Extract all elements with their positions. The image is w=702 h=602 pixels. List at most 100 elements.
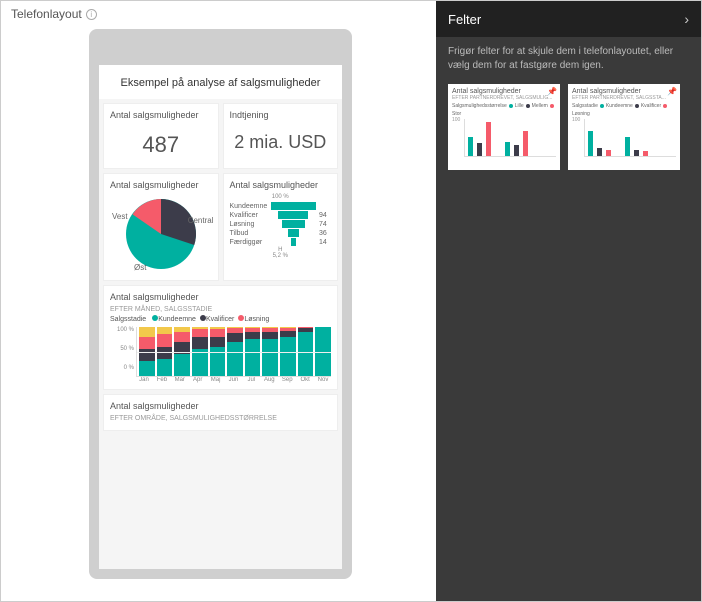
- phone-layout-pane: Telefonlayout i Eksempel på analyse af s…: [1, 1, 436, 601]
- thumb-sub: EFTER PARTNERDREVET, SALGSMULIG...: [452, 95, 556, 101]
- field-thumbnail[interactable]: 📌 Antal salgsmuligheder EFTER PARTNERDRE…: [448, 84, 560, 170]
- bottom-tile[interactable]: Antal salgsmuligheder EFTER OMRÅDE, SALG…: [103, 394, 338, 431]
- funnel-rows: Kundeemne Kvalificer 94Løsning 74Tilbud …: [230, 202, 332, 246]
- funnel-row-label: Løsning: [230, 221, 268, 228]
- pie-title: Antal salgsmuligheder: [110, 180, 212, 190]
- funnel-row-value: 74: [319, 221, 331, 228]
- funnel-bar: [282, 220, 305, 228]
- thumb-bar: [468, 137, 473, 156]
- funnel-bar: [271, 202, 317, 210]
- pie-svg: [126, 199, 196, 269]
- funnel-title: Antal salgsmuligheder: [230, 180, 332, 190]
- x-label: Sep: [279, 377, 295, 383]
- thumbnails-row: 📌 Antal salgsmuligheder EFTER PARTNERDRE…: [436, 80, 701, 174]
- fields-header[interactable]: Felter ›: [436, 1, 701, 37]
- pie-label-vest: Vest: [112, 212, 128, 221]
- kpi-count-value: 487: [110, 124, 212, 162]
- phone-screen[interactable]: Eksempel på analyse af salgsmuligheder A…: [99, 65, 342, 569]
- x-label: Feb: [154, 377, 170, 383]
- thumb-chart: 100: [464, 119, 556, 157]
- bar-column: [192, 327, 208, 376]
- phone-frame: Eksempel på analyse af salgsmuligheder A…: [89, 29, 352, 579]
- legend-dot: [663, 104, 667, 108]
- thumb-title: Antal salgsmuligheder: [572, 88, 676, 95]
- x-label: Nov: [315, 377, 331, 383]
- funnel-row-label: Kvalificer: [230, 212, 268, 219]
- pie-chart: Vest Central Øst: [110, 194, 212, 274]
- pin-icon[interactable]: 📌: [547, 87, 557, 96]
- stacked-x-labels: JanFebMarAprMajJunJulAugSepOktNov: [136, 377, 331, 383]
- pie-tile[interactable]: Antal salgsmuligheder Vest Central Øst: [103, 173, 219, 281]
- bottom-sub: EFTER OMRÅDE, SALGSMULIGHEDSSTØRRELSE: [110, 415, 331, 422]
- thumb-bar: [597, 148, 602, 156]
- legend-name: Kvalificer: [206, 316, 234, 323]
- funnel-bottom-pct: 5,2 %: [230, 253, 332, 259]
- funnel-top-pct: 100 %: [230, 194, 332, 200]
- funnel-row-label: Tilbud: [230, 230, 268, 237]
- thumb-bar: [588, 131, 593, 156]
- thumb-bar: [477, 143, 482, 156]
- funnel-row-label: Kundeemne: [230, 203, 268, 210]
- thumb-bar: [606, 150, 611, 156]
- legend-name: Løsning: [244, 316, 269, 323]
- stacked-tile[interactable]: Antal salgsmuligheder EFTER MÅNED, SALGS…: [103, 285, 338, 390]
- thumb-sub: EFTER PARTNERDREVET, SALGSSTA...: [572, 95, 676, 101]
- left-header: Telefonlayout i: [11, 7, 97, 21]
- thumb-bar: [523, 131, 528, 156]
- left-header-title: Telefonlayout: [11, 7, 82, 21]
- stacked-legend: Salgsstadie Kundeemne Kvalificer Løsning: [110, 315, 331, 323]
- x-label: Maj: [208, 377, 224, 383]
- thumb-legend-title: Salgsstadie: [572, 103, 598, 109]
- funnel-bar: [291, 238, 296, 246]
- kpi-revenue-value: 2 mia. USD: [230, 124, 332, 157]
- thumb-bar: [625, 137, 630, 156]
- thumb-y-tick: 100: [452, 117, 460, 123]
- legend-name: Mellem: [532, 103, 548, 109]
- bar-column: [174, 327, 190, 376]
- pie-label-central: Central: [188, 216, 214, 225]
- ytick-1: 50 %: [110, 346, 134, 352]
- funnel-row-value: 14: [319, 239, 331, 246]
- fields-pane: Felter › Frigør felter for at skjule dem…: [436, 1, 701, 601]
- bar-column: [157, 327, 173, 376]
- legend-dot: [509, 104, 513, 108]
- funnel-bar: [278, 211, 308, 219]
- bar-column: [139, 327, 155, 376]
- thumb-bar: [634, 150, 639, 156]
- legend-name: Kundeemne: [158, 316, 196, 323]
- x-label: Aug: [261, 377, 277, 383]
- thumb-chart: 100: [584, 119, 676, 157]
- funnel-bar: [288, 229, 299, 237]
- bar-column: [210, 327, 226, 376]
- funnel-tile[interactable]: Antal salgsmuligheder 100 % Kundeemne Kv…: [223, 173, 339, 281]
- thumb-legend: SalgsmulighedsstørrelseLilleMellemStor: [452, 103, 556, 117]
- bar-column: [280, 327, 296, 376]
- bar-column: [262, 327, 278, 376]
- thumb-legend-title: Salgsmulighedsstørrelse: [452, 103, 507, 109]
- kpi-revenue-label: Indtjening: [230, 110, 332, 120]
- legend-name: Kvalificer: [641, 103, 661, 109]
- fields-header-title: Felter: [448, 12, 481, 27]
- bar-column: [227, 327, 243, 376]
- kpi-count-label: Antal salgsmuligheder: [110, 110, 212, 120]
- stacked-title: Antal salgsmuligheder: [110, 292, 331, 302]
- x-label: Mar: [172, 377, 188, 383]
- thumb-y-tick: 100: [572, 117, 580, 123]
- y-axis: 100 % 50 % 0 %: [110, 327, 134, 371]
- x-label: Jun: [226, 377, 242, 383]
- x-label: Okt: [297, 377, 313, 383]
- ytick-2: 0 %: [110, 365, 134, 371]
- legend-title: Salgsstadie: [110, 316, 146, 323]
- x-label: Jan: [136, 377, 152, 383]
- bar-column: [298, 327, 314, 376]
- kpi-count-tile[interactable]: Antal salgsmuligheder 487: [103, 103, 219, 169]
- chevron-right-icon[interactable]: ›: [684, 11, 689, 27]
- funnel-row-value: 36: [319, 230, 331, 237]
- kpi-revenue-tile[interactable]: Indtjening 2 mia. USD: [223, 103, 339, 169]
- pin-icon[interactable]: 📌: [667, 87, 677, 96]
- info-icon[interactable]: i: [86, 9, 97, 20]
- thumb-bar: [505, 142, 510, 156]
- legend-dot: [635, 104, 639, 108]
- field-thumbnail[interactable]: 📌 Antal salgsmuligheder EFTER PARTNERDRE…: [568, 84, 680, 170]
- thumb-title: Antal salgsmuligheder: [452, 88, 556, 95]
